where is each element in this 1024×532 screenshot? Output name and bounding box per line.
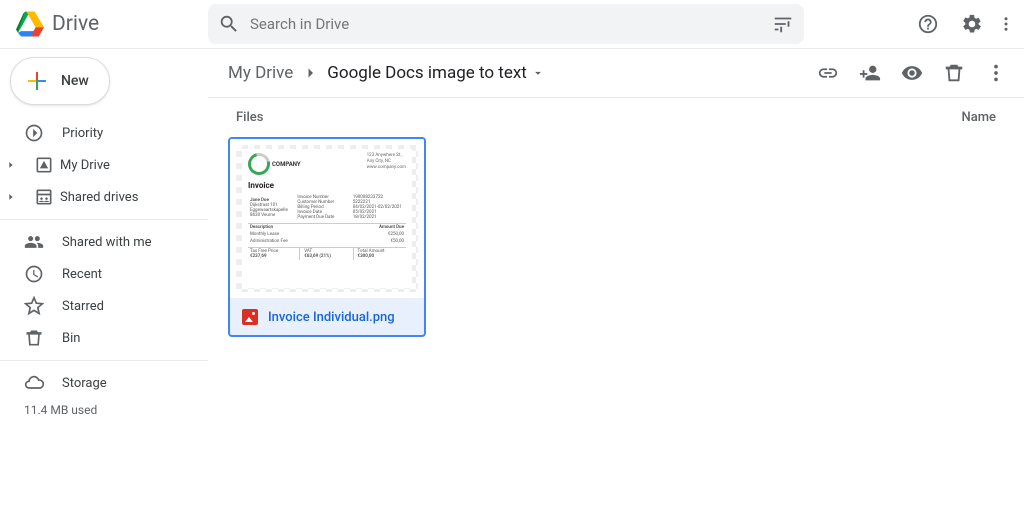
search-bar[interactable] <box>208 4 804 44</box>
clock-icon <box>24 264 44 284</box>
new-button-label: New <box>61 73 89 89</box>
search-input[interactable] <box>250 15 762 33</box>
more-vertical-icon <box>985 62 1007 84</box>
sidebar-item-label: Shared with me <box>62 235 152 250</box>
logo-area[interactable]: Drive <box>16 10 208 38</box>
header-actions <box>908 4 1016 44</box>
file-card[interactable]: COMPANY 123 Anywhere St., Any City, NC w… <box>228 137 426 337</box>
get-link-button[interactable] <box>808 53 848 93</box>
toolbar: My Drive Google Docs image to text <box>208 49 1024 97</box>
eye-icon <box>901 62 923 84</box>
gear-icon <box>961 13 983 35</box>
search-options-icon[interactable] <box>772 13 794 35</box>
sidebar-item-shared-with-me[interactable]: Shared with me <box>0 226 208 258</box>
sidebar-item-storage[interactable]: Storage <box>0 367 208 399</box>
share-button[interactable] <box>850 53 890 93</box>
people-icon <box>24 232 44 252</box>
storage-used-text: 11.4 MB used <box>0 399 208 417</box>
breadcrumb-root[interactable]: My Drive <box>228 63 293 83</box>
sidebar: New Priority My Drive Shared drives <box>0 49 208 532</box>
dropdown-icon <box>531 66 545 80</box>
sidebar-item-label: Recent <box>62 267 102 282</box>
product-name: Drive <box>52 12 99 36</box>
preview-button[interactable] <box>892 53 932 93</box>
breadcrumb: My Drive Google Docs image to text <box>228 63 545 83</box>
sidebar-item-recent[interactable]: Recent <box>0 258 208 290</box>
shared-drives-icon <box>34 187 54 207</box>
person-add-icon <box>859 62 881 84</box>
sidebar-item-starred[interactable]: Starred <box>0 290 208 322</box>
sidebar-item-label: Bin <box>62 331 80 346</box>
drive-logo-icon <box>16 10 44 38</box>
sidebar-item-shared-drives[interactable]: Shared drives <box>0 181 208 213</box>
settings-button[interactable] <box>952 4 992 44</box>
caret-right-icon <box>6 192 16 202</box>
star-icon <box>24 296 44 316</box>
more-vertical-icon <box>997 13 1015 35</box>
trash-icon <box>24 328 44 348</box>
main-area: My Drive Google Docs image to text Files <box>208 49 1024 532</box>
name-column-heading[interactable]: Name <box>961 110 996 125</box>
search-icon <box>218 13 240 35</box>
file-name: Invoice Individual.png <box>268 310 395 325</box>
delete-button[interactable] <box>934 53 974 93</box>
help-button[interactable] <box>908 4 948 44</box>
link-icon <box>817 62 839 84</box>
thumb-logo-icon <box>244 149 274 179</box>
plus-icon <box>25 69 49 93</box>
image-file-icon <box>242 309 258 325</box>
app-header: Drive <box>0 0 1024 48</box>
sidebar-item-my-drive[interactable]: My Drive <box>0 149 208 181</box>
priority-icon <box>24 123 44 143</box>
cloud-icon <box>24 373 44 393</box>
sidebar-item-label: Priority <box>62 126 103 141</box>
new-button[interactable]: New <box>10 57 110 105</box>
more-header-button[interactable] <box>996 4 1016 44</box>
trash-icon <box>943 62 965 84</box>
sidebar-item-priority[interactable]: Priority <box>0 117 208 149</box>
files-heading: Files <box>236 110 263 125</box>
toolbar-actions <box>808 53 1016 93</box>
file-thumbnail: COMPANY 123 Anywhere St., Any City, NC w… <box>230 139 424 299</box>
sidebar-item-label: Shared drives <box>60 190 138 205</box>
breadcrumb-current[interactable]: Google Docs image to text <box>327 63 545 83</box>
help-icon <box>917 13 939 35</box>
sidebar-item-bin[interactable]: Bin <box>0 322 208 354</box>
more-actions-button[interactable] <box>976 53 1016 93</box>
sidebar-item-label: My Drive <box>60 158 110 173</box>
sidebar-item-label: Storage <box>62 376 107 391</box>
caret-right-icon <box>6 160 16 170</box>
chevron-right-icon <box>301 64 319 82</box>
my-drive-icon <box>34 155 54 175</box>
sidebar-item-label: Starred <box>62 299 104 314</box>
